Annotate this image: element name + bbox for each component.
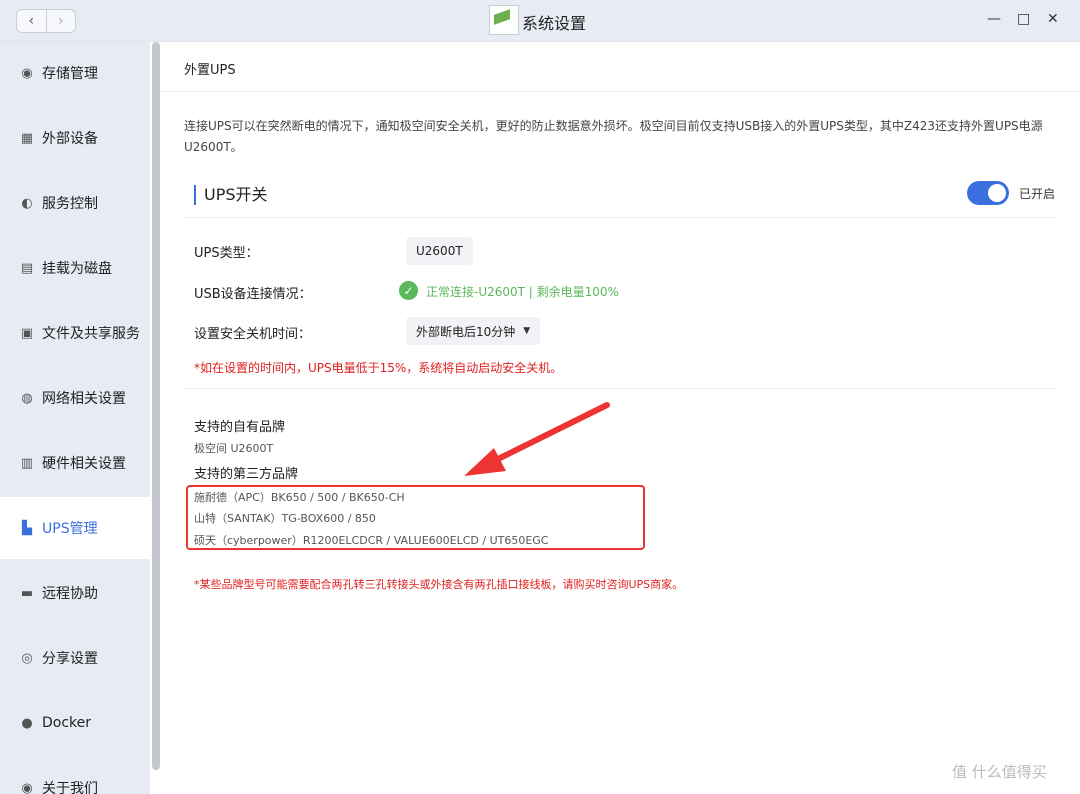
watermark: 值 什么值得买 <box>952 763 1047 781</box>
annotation-arrow <box>464 402 610 476</box>
